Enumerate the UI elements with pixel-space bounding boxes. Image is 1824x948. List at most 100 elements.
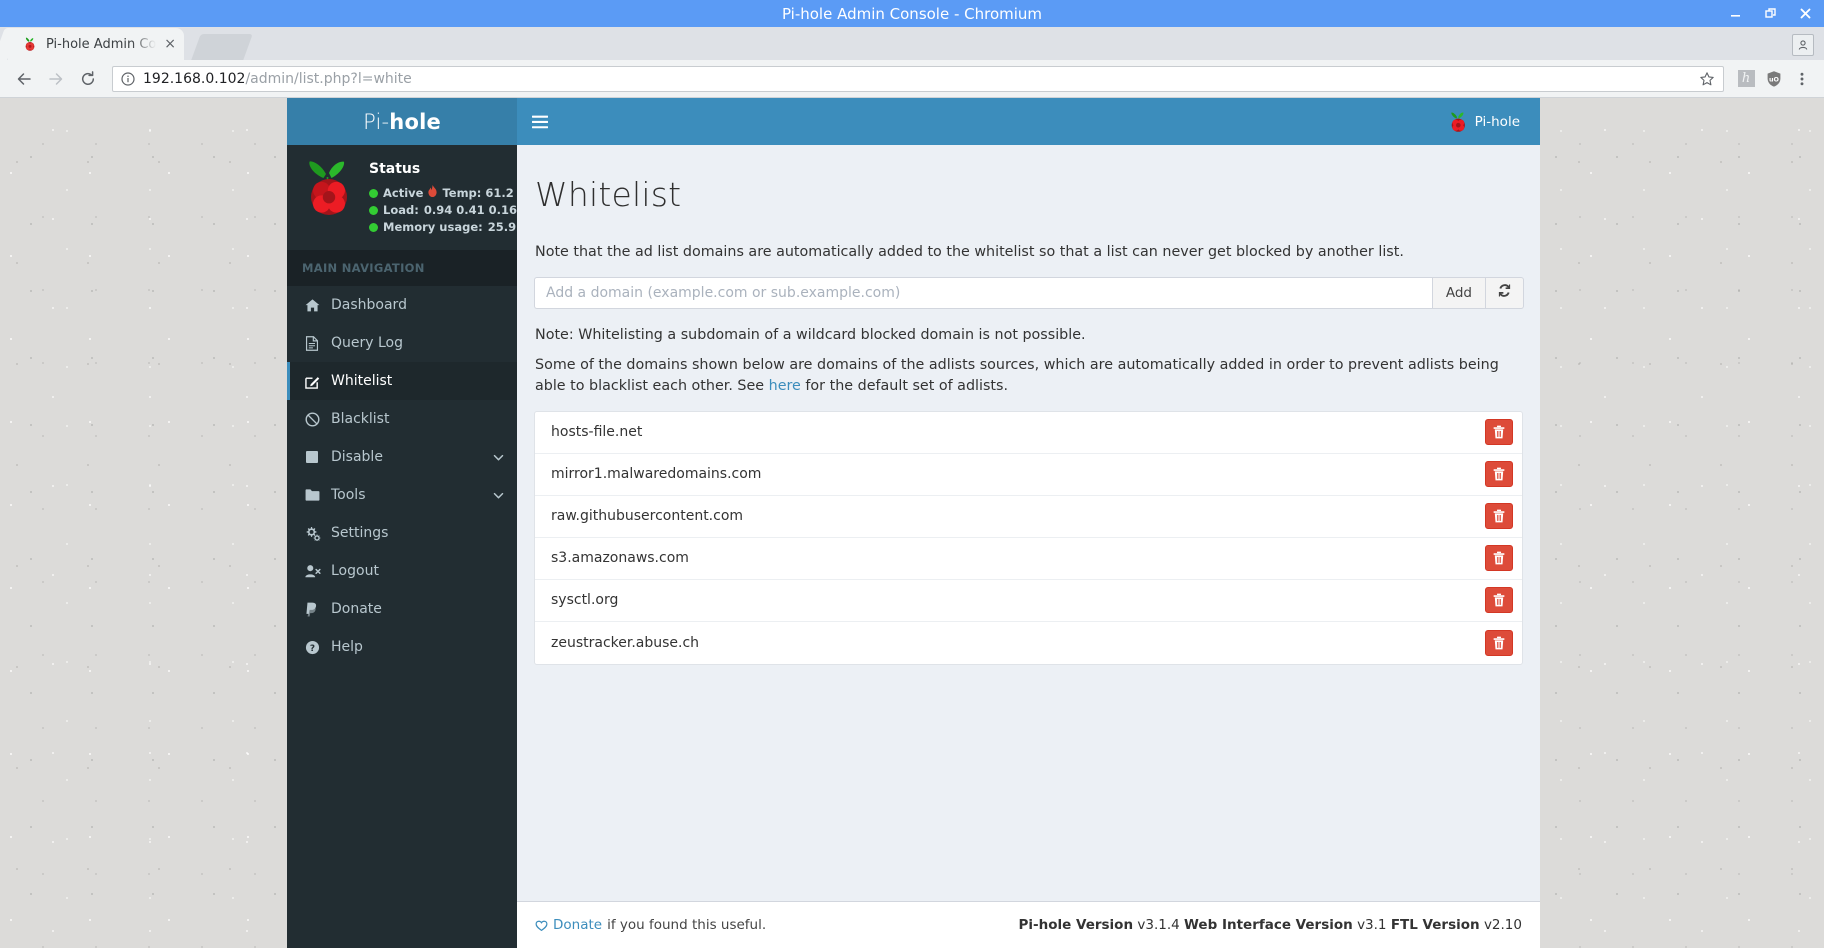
pihole-logo-icon — [1449, 111, 1468, 133]
note-adlists-before: Some of the domains shown below are doma… — [535, 357, 1499, 395]
delete-domain-button[interactable] — [1485, 461, 1513, 488]
status-dot-green — [369, 206, 378, 215]
trash-icon — [1492, 467, 1506, 481]
window-title: Pi-hole Admin Console - Chromium — [781, 4, 1043, 23]
whitelist-row: raw.githubusercontent.com — [535, 496, 1522, 538]
new-tab-button[interactable] — [191, 34, 253, 60]
back-arrow-icon[interactable] — [10, 65, 38, 93]
sidebar-item-label: Settings — [331, 525, 389, 541]
maximize-icon[interactable] — [1764, 7, 1777, 20]
delete-domain-button[interactable] — [1485, 587, 1513, 614]
paypal-icon — [305, 602, 331, 617]
hamburger-menu-icon[interactable] — [517, 98, 563, 145]
page-footer: Donate if you found this useful. Pi-hole… — [517, 901, 1540, 948]
whitelist-domain-list: hosts-file.net mirror1.malwaredomains.com… — [534, 410, 1523, 665]
footer-versions: Pi-hole Version v3.1.4 Web Interface Ver… — [1019, 917, 1523, 933]
sidebar-item-settings[interactable]: Settings — [287, 514, 517, 552]
delete-domain-button[interactable] — [1485, 503, 1513, 530]
footer-donate-rest: if you found this useful. — [607, 917, 767, 933]
whitelist-row: sysctl.org — [535, 580, 1522, 622]
sidebar-item-label: Logout — [331, 563, 379, 579]
github-heart-icon — [535, 919, 548, 932]
question-circle-icon: ? — [305, 640, 331, 655]
status-load-label: Load: — [383, 203, 419, 217]
sidebar-item-query-log[interactable]: Query Log — [287, 324, 517, 362]
browser-titlebar: Pi-hole Admin Console - Chromium — [0, 0, 1824, 27]
sidebar-nav: Dashboard Query Log Whitelist Blacklist … — [287, 286, 517, 666]
sidebar-item-label: Whitelist — [331, 373, 393, 389]
ublock-origin-icon[interactable]: uO — [1762, 67, 1786, 91]
url-text: 192.168.0.102/admin/list.php?l=white — [143, 71, 412, 87]
navbar-user-brand[interactable]: Pi-hole — [1449, 111, 1526, 133]
domain-name: sysctl.org — [551, 592, 619, 609]
page-viewport: Pi-hole Status Active Temp: 61.2 °C Load… — [0, 98, 1824, 948]
sidebar-item-label: Help — [331, 639, 363, 655]
profile-icon[interactable] — [1792, 34, 1814, 56]
ban-icon — [305, 412, 331, 427]
main-content: Whitelist Note that the ad list domains … — [517, 145, 1540, 901]
tab-close-icon[interactable]: × — [164, 37, 176, 51]
status-line-active: Active Temp: 61.2 °C — [369, 185, 532, 202]
sidebar-item-logout[interactable]: Logout — [287, 552, 517, 590]
minimize-icon[interactable] — [1729, 7, 1742, 20]
add-button[interactable]: Add — [1431, 276, 1486, 309]
browser-tab[interactable]: Pi-hole Admin Con × — [8, 28, 184, 60]
sidebar-item-disable[interactable]: Disable — [287, 438, 517, 476]
status-memory-label: Memory usage: — [383, 220, 483, 234]
delete-domain-button[interactable] — [1485, 545, 1513, 572]
user-times-icon — [305, 564, 331, 578]
reload-icon[interactable] — [74, 65, 102, 93]
info-circle-icon[interactable] — [121, 71, 135, 86]
address-bar[interactable]: 192.168.0.102/admin/list.php?l=white — [112, 65, 1724, 92]
chevron-down-icon — [493, 490, 504, 501]
brand-light: Pi- — [363, 109, 390, 134]
h-extension-icon[interactable]: h — [1734, 67, 1758, 91]
sidebar-item-donate[interactable]: Donate — [287, 590, 517, 628]
delete-domain-button[interactable] — [1485, 419, 1513, 446]
sidebar-item-help[interactable]: ? Help — [287, 628, 517, 666]
folder-icon — [305, 488, 331, 502]
add-domain-row: Add — [534, 276, 1524, 309]
sidebar-item-blacklist[interactable]: Blacklist — [287, 400, 517, 438]
star-icon[interactable] — [1699, 71, 1715, 87]
raspberry-pi-logo-icon — [303, 157, 357, 219]
sidebar-item-label: Query Log — [331, 335, 404, 351]
close-icon[interactable] — [1799, 7, 1812, 20]
page-title: Whitelist — [535, 175, 682, 214]
sidebar-item-tools[interactable]: Tools — [287, 476, 517, 514]
status-line-load: Load: 0.94 0.41 0.16 — [369, 202, 532, 219]
sidebar-brand[interactable]: Pi-hole — [287, 98, 517, 145]
pihole-admin-page: Pi-hole Status Active Temp: 61.2 °C Load… — [287, 98, 1540, 948]
domain-name: raw.githubusercontent.com — [551, 508, 744, 525]
flame-icon — [428, 185, 438, 202]
pihole-version-value: v3.1.4 — [1137, 917, 1180, 933]
sidebar-item-label: Dashboard — [331, 297, 407, 313]
tab-title: Pi-hole Admin Con — [46, 36, 157, 52]
three-dots-menu-icon[interactable] — [1790, 67, 1814, 91]
sidebar-item-whitelist[interactable]: Whitelist — [287, 362, 517, 400]
refresh-icon — [1497, 283, 1512, 302]
status-load-value: 0.94 0.41 0.16 — [423, 203, 517, 217]
gears-icon — [305, 526, 331, 541]
top-navbar: Pi-hole — [517, 98, 1540, 145]
sidebar-item-label: Disable — [331, 449, 383, 465]
file-icon — [305, 335, 331, 351]
sidebar-item-label: Tools — [331, 487, 366, 503]
pihole-favicon — [22, 36, 38, 52]
adlists-here-link[interactable]: here — [769, 378, 801, 394]
domain-name: mirror1.malwaredomains.com — [551, 466, 762, 483]
add-domain-input[interactable] — [534, 276, 1432, 309]
footer-donate-link[interactable]: Donate — [553, 917, 602, 933]
note-adlist-auto: Note that the ad list domains are automa… — [535, 244, 1404, 260]
sidebar-item-label: Blacklist — [331, 411, 390, 427]
trash-icon — [1492, 425, 1506, 439]
browser-toolbar: 192.168.0.102/admin/list.php?l=white h u… — [0, 60, 1824, 98]
ftl-version-value: v2.10 — [1483, 917, 1522, 933]
web-version-label: Web Interface Version — [1184, 917, 1353, 933]
refresh-button[interactable] — [1486, 276, 1524, 309]
tab-strip: Pi-hole Admin Con × — [0, 27, 1824, 60]
trash-icon — [1492, 636, 1506, 650]
sidebar-item-dashboard[interactable]: Dashboard — [287, 286, 517, 324]
nav-section-header: MAIN NAVIGATION — [287, 250, 517, 286]
delete-domain-button[interactable] — [1485, 629, 1513, 656]
